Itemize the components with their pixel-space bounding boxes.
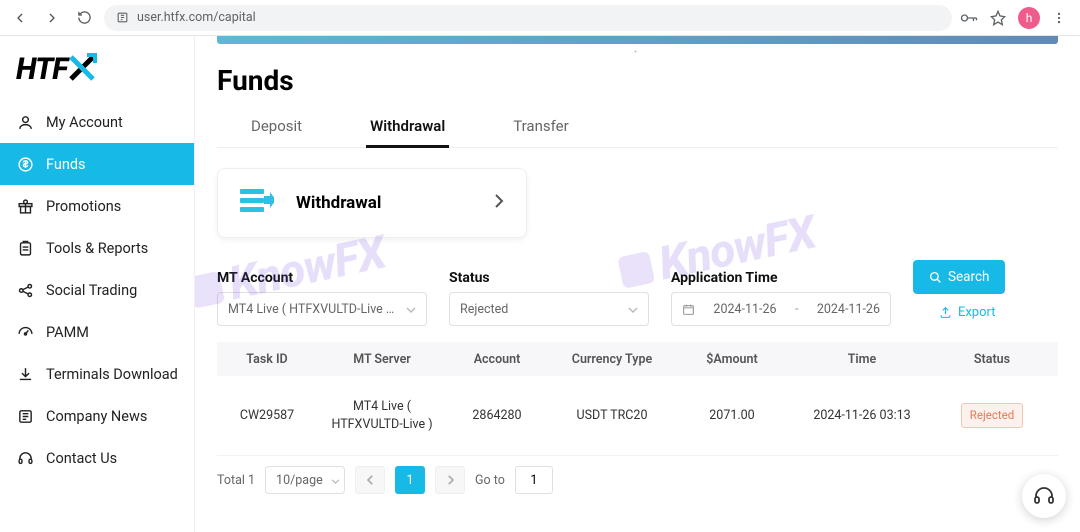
status-badge: Rejected (961, 403, 1023, 427)
sidebar: HTF My Account Funds Promotions Tools & Rep… (0, 36, 195, 532)
sidebar-item-label: Funds (46, 156, 86, 173)
sidebar-item-company-news[interactable]: Company News (0, 395, 194, 437)
table-header: Currency Type (547, 352, 677, 367)
chevron-down-icon (331, 473, 340, 488)
cell-status: Rejected (937, 403, 1047, 427)
browser-toolbar: user.htfx.com/capital h (0, 0, 1080, 36)
sidebar-item-label: PAMM (46, 324, 89, 341)
headset-icon (16, 449, 34, 467)
cell-currency: USDT TRC20 (547, 407, 677, 425)
forward-button[interactable] (40, 6, 64, 30)
banner (217, 36, 1058, 44)
table-header: Task ID (217, 352, 317, 367)
table-header: MT Server (317, 352, 447, 367)
calendar-icon (682, 303, 695, 316)
table-header: Time (787, 352, 937, 367)
sidebar-item-funds[interactable]: Funds (0, 143, 194, 185)
cell-mt-server: MT4 Live ( HTFXVULTD-Live ) (317, 398, 447, 433)
sidebar-item-terminals-download[interactable]: Terminals Download (0, 353, 194, 395)
pager-total: Total 1 (217, 473, 255, 488)
headset-icon (1032, 484, 1056, 508)
table-header: $Amount (677, 352, 787, 367)
sidebar-item-label: Contact Us (46, 450, 117, 467)
mt-account-label: MT Account (217, 270, 427, 286)
dollar-icon (16, 155, 34, 173)
support-fab[interactable] (1022, 474, 1066, 518)
logo: HTF (0, 42, 194, 101)
gauge-icon (16, 323, 34, 341)
sidebar-item-label: Social Trading (46, 282, 137, 299)
password-icon[interactable] (960, 11, 978, 25)
chevron-down-icon (406, 302, 416, 317)
sidebar-item-my-account[interactable]: My Account (0, 101, 194, 143)
export-button[interactable]: Export (929, 298, 1006, 326)
main-content: • Funds Deposit Withdrawal Transfer Withdr… (195, 36, 1080, 532)
chevron-down-icon (628, 302, 638, 317)
pager-page-1[interactable]: 1 (395, 466, 425, 494)
share-icon (16, 281, 34, 299)
cell-account: 2864280 (447, 407, 547, 425)
table-row: CW29587MT4 Live ( HTFXVULTD-Live )286428… (217, 376, 1058, 456)
user-icon (16, 113, 34, 131)
application-time-label: Application Time (671, 270, 891, 286)
sidebar-item-contact-us[interactable]: Contact Us (0, 437, 194, 479)
download-icon (16, 365, 34, 383)
status-select[interactable]: Rejected (449, 292, 649, 326)
back-button[interactable] (8, 6, 32, 30)
sidebar-item-label: Promotions (46, 198, 121, 215)
chevron-right-icon (494, 193, 504, 213)
withdrawal-table: Task IDMT ServerAccountCurrency Type$Amo… (217, 342, 1058, 456)
url-text: user.htfx.com/capital (137, 10, 256, 25)
tab-withdrawal[interactable]: Withdrawal (366, 111, 449, 148)
pager-next[interactable] (435, 466, 465, 494)
table-header: Status (937, 352, 1047, 367)
sidebar-item-social-trading[interactable]: Social Trading (0, 269, 194, 311)
funds-tabs: Deposit Withdrawal Transfer (217, 111, 1058, 148)
sidebar-item-label: My Account (46, 114, 123, 131)
export-icon (939, 306, 952, 319)
cell-time: 2024-11-26 03:13 (787, 407, 937, 425)
reload-button[interactable] (72, 6, 96, 30)
tab-deposit[interactable]: Deposit (247, 111, 306, 147)
cell-task-id: CW29587 (217, 407, 317, 425)
sidebar-item-label: Terminals Download (46, 366, 178, 383)
per-page-select[interactable]: 10/page (265, 466, 345, 494)
news-icon (16, 407, 34, 425)
status-label: Status (449, 270, 649, 286)
mt-account-select[interactable]: MT4 Live ( HTFXVULTD-Live ) 2... (217, 292, 427, 326)
sidebar-item-label: Tools & Reports (46, 240, 148, 257)
kebab-menu-icon[interactable] (1052, 11, 1066, 25)
pager-prev[interactable] (355, 466, 385, 494)
sidebar-item-label: Company News (46, 408, 147, 425)
tab-transfer[interactable]: Transfer (509, 111, 572, 147)
sidebar-item-tools-reports[interactable]: Tools & Reports (0, 227, 194, 269)
site-info-icon (116, 11, 129, 24)
star-icon[interactable] (990, 10, 1006, 26)
clipboard-icon (16, 239, 34, 257)
page-title: Funds (217, 64, 1058, 97)
carousel-dots: • (217, 48, 1058, 58)
goto-input[interactable] (515, 466, 553, 494)
sidebar-item-promotions[interactable]: Promotions (0, 185, 194, 227)
gift-icon (16, 197, 34, 215)
profile-avatar[interactable]: h (1018, 7, 1040, 29)
cell-amount: 2071.00 (677, 407, 787, 425)
sidebar-item-pamm[interactable]: PAMM (0, 311, 194, 353)
address-bar[interactable]: user.htfx.com/capital (104, 5, 952, 31)
withdrawal-icon (240, 186, 274, 220)
search-icon (929, 271, 942, 284)
withdrawal-card-label: Withdrawal (296, 193, 472, 213)
date-range-picker[interactable]: 2024-11-26 - 2024-11-26 (671, 292, 891, 326)
pagination: Total 1 10/page 1 Go to (217, 466, 1058, 494)
search-button[interactable]: Search (913, 260, 1005, 294)
table-header: Account (447, 352, 547, 367)
goto-label: Go to (475, 473, 505, 488)
withdrawal-card[interactable]: Withdrawal (217, 168, 527, 238)
